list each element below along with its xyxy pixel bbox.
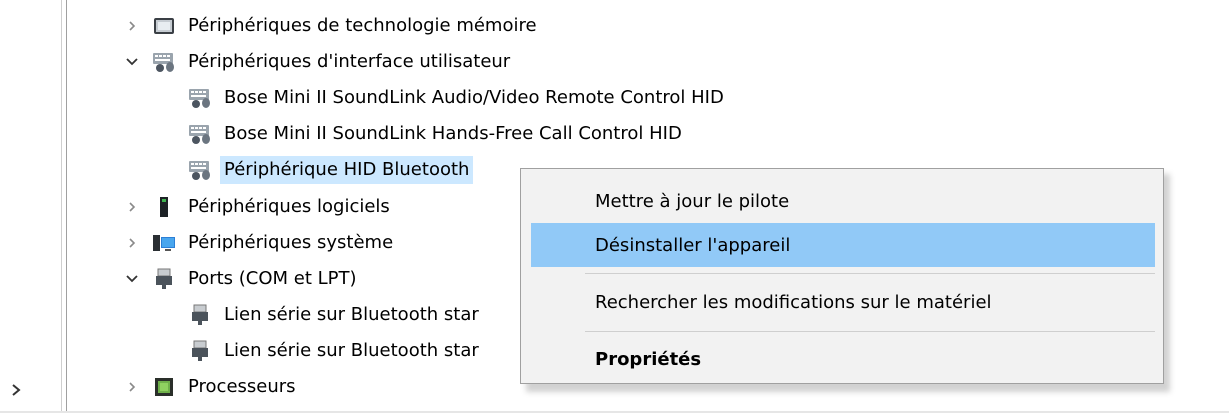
menu-item-label: Mettre à jour le pilote: [595, 190, 790, 212]
menu-item-label: Désinstaller l'appareil: [595, 234, 791, 256]
menu-separator: [585, 331, 1155, 332]
hid-device-icon: [188, 122, 212, 146]
tree-item-label: Lien série sur Bluetooth star: [224, 304, 479, 325]
menu-item-label: Rechercher les modifications sur le maté…: [595, 291, 992, 313]
left-pane: [0, 0, 58, 413]
tree-item-bose-av-remote[interactable]: Bose Mini II SoundLink Audio/Video Remot…: [154, 80, 728, 116]
tree-item-label: Périphériques système: [188, 232, 394, 253]
chevron-right-icon[interactable]: [118, 375, 146, 399]
menu-item-scan-hardware-changes[interactable]: Rechercher les modifications sur le maté…: [531, 280, 1155, 324]
pane-divider-dark: [66, 0, 67, 413]
tree-item-label: Périphériques d'interface utilisateur: [188, 51, 511, 72]
pane-divider: [61, 0, 62, 413]
memory-technology-icon: [152, 14, 176, 38]
hid-device-icon: [188, 86, 212, 110]
software-device-icon: [152, 195, 176, 219]
hid-device-icon: [152, 50, 176, 74]
tree-item-processors[interactable]: Processeurs: [118, 369, 300, 405]
tree-item-bose-handsfree[interactable]: Bose Mini II SoundLink Hands-Free Call C…: [154, 116, 686, 152]
tree-item-ports[interactable]: Ports (COM et LPT): [118, 261, 361, 297]
tree-item-label: Bose Mini II SoundLink Audio/Video Remot…: [224, 87, 724, 108]
menu-item-properties[interactable]: Propriétés: [531, 337, 1155, 381]
context-menu: Mettre à jour le pilote Désinstaller l'a…: [520, 168, 1164, 384]
hid-device-icon: [188, 158, 212, 182]
expand-pane-chevron-icon[interactable]: [4, 378, 28, 402]
port-icon: [188, 339, 212, 363]
chevron-right-icon[interactable]: [118, 231, 146, 255]
tree-item-bt-serial-1[interactable]: Lien série sur Bluetooth star: [154, 297, 483, 333]
tree-item-label: Périphériques logiciels: [188, 196, 390, 217]
tree-item-software-devices[interactable]: Périphériques logiciels: [118, 189, 394, 225]
tree-item-system-devices[interactable]: Périphériques système: [118, 225, 397, 261]
processor-icon: [152, 375, 176, 399]
system-device-icon: [152, 231, 176, 255]
tree-item-hid-bluetooth[interactable]: Périphérique HID Bluetooth: [154, 152, 474, 188]
port-icon: [152, 267, 176, 291]
menu-separator: [585, 273, 1155, 274]
tree-item-label: Lien série sur Bluetooth star: [224, 340, 479, 361]
tree-item-label: Périphérique HID Bluetooth: [220, 156, 474, 184]
tree-item-bt-serial-2[interactable]: Lien série sur Bluetooth star: [154, 333, 483, 369]
chevron-down-icon[interactable]: [118, 50, 146, 74]
tree-item-label: Ports (COM et LPT): [188, 268, 357, 289]
device-manager-window: Périphériques de technologie mémoire Pér…: [0, 0, 1229, 413]
tree-item-label: Bose Mini II SoundLink Hands-Free Call C…: [224, 123, 682, 144]
chevron-down-icon[interactable]: [118, 267, 146, 291]
menu-item-uninstall-device[interactable]: Désinstaller l'appareil: [531, 223, 1155, 267]
tree-item-label: Processeurs: [188, 376, 296, 397]
port-icon: [188, 303, 212, 327]
menu-item-label: Propriétés: [595, 348, 702, 370]
chevron-right-icon[interactable]: [118, 195, 146, 219]
chevron-right-icon[interactable]: [118, 14, 146, 38]
tree-item-memory-technology[interactable]: Périphériques de technologie mémoire: [118, 8, 541, 44]
tree-item-human-interface-devices[interactable]: Périphériques d'interface utilisateur: [118, 44, 514, 80]
menu-item-update-driver[interactable]: Mettre à jour le pilote: [531, 179, 1155, 223]
tree-item-label: Périphériques de technologie mémoire: [188, 15, 537, 36]
